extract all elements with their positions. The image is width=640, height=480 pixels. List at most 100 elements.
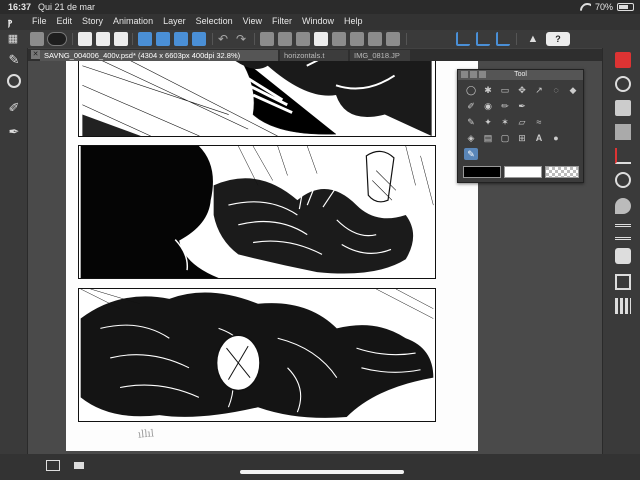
selection-pen-tool-icon[interactable]: ↗	[532, 84, 546, 96]
balloon-tool-icon[interactable]: ●	[549, 132, 563, 144]
bottom-bar	[0, 454, 640, 480]
home-indicator[interactable]	[240, 470, 404, 474]
graduation-cap-icon[interactable]: ▲	[526, 32, 540, 46]
pen-tool-icon[interactable]: ✎	[6, 52, 22, 68]
palette-close-icon[interactable]	[470, 71, 477, 78]
color-slider-panel-icon[interactable]	[615, 148, 631, 164]
export-3x-icon[interactable]	[192, 32, 206, 46]
export-icon[interactable]	[138, 32, 152, 46]
brush-tool-icon-palette[interactable]: ✎	[464, 116, 478, 128]
menu-filter[interactable]: Filter	[272, 16, 292, 26]
tab-img-0818[interactable]: IMG_0818.JP	[350, 50, 410, 61]
canvas-view-icon[interactable]	[46, 460, 60, 471]
clear-icon[interactable]	[260, 32, 274, 46]
menu-selection[interactable]: Selection	[196, 16, 233, 26]
tab-horizontals[interactable]: horizontals.t	[280, 50, 348, 61]
decoration-tool-icon[interactable]: ✶	[498, 116, 512, 128]
menu-help[interactable]: Help	[344, 16, 363, 26]
move-tool-icon[interactable]: ✥	[515, 84, 529, 96]
pen-subtool-selected-icon[interactable]: ✎	[464, 148, 478, 160]
deselect-icon[interactable]	[314, 32, 328, 46]
eyedropper-tool-icon[interactable]: ✐	[464, 100, 478, 112]
eraser-tool-icon[interactable]: ▱	[515, 116, 529, 128]
text-tool-icon[interactable]: A	[532, 132, 546, 144]
menu-story[interactable]: Story	[82, 16, 103, 26]
comic-page[interactable]: ıllıl	[66, 61, 478, 451]
frame-tool-icon[interactable]: ⊞	[515, 132, 529, 144]
snap-grid-icon[interactable]	[496, 32, 510, 46]
layer-property-panel-icon[interactable]	[615, 248, 631, 264]
color-wheel-panel-icon[interactable]	[615, 52, 631, 68]
zoom-tool-icon[interactable]	[7, 74, 21, 88]
camera-icon[interactable]	[74, 462, 84, 469]
spiral-logo-icon[interactable]	[47, 32, 67, 46]
lasso-tool-icon[interactable]: ◯	[464, 84, 478, 96]
layer-arrows-icon[interactable]	[30, 32, 44, 46]
pencil-tool-icon[interactable]: ✏	[498, 100, 512, 112]
menu-animation[interactable]: Animation	[113, 16, 153, 26]
palette-minimize-icon[interactable]	[479, 71, 486, 78]
clock: 16:37	[8, 2, 32, 12]
export-alt-icon[interactable]	[156, 32, 170, 46]
rectangle-select-tool-icon[interactable]: ▭	[498, 84, 512, 96]
comic-panel-1	[78, 61, 436, 137]
layout-grid-icon[interactable]: ▦	[6, 32, 20, 46]
figure-tool-icon[interactable]: ▢	[498, 132, 512, 144]
fill-tool-icon[interactable]: ◈	[464, 132, 478, 144]
help-icon[interactable]: ?	[546, 32, 570, 46]
menubar: ⲣ File Edit Story Animation Layer Selection Vi…	[0, 14, 640, 30]
date: Qui 21 de mar	[38, 2, 96, 12]
menu-edit[interactable]: Edit	[57, 16, 73, 26]
snap-ruler-icon[interactable]	[456, 32, 470, 46]
comic-panel-2	[78, 145, 436, 279]
app-logo-icon[interactable]: ⲣ	[8, 16, 22, 28]
timeline-panel-icon[interactable]	[615, 298, 631, 314]
document-tabs: ✕ SAVNG_004006_400v.psd* (4304 x 6603px …	[28, 49, 602, 61]
new-file-icon[interactable]	[78, 32, 92, 46]
save-icon[interactable]	[114, 32, 128, 46]
pen-tool-icon-palette[interactable]: ✒	[515, 100, 529, 112]
magic-wand-tool-icon[interactable]: ✱	[481, 84, 495, 96]
menu-layer[interactable]: Layer	[163, 16, 186, 26]
blend-tool-icon[interactable]: ≈	[532, 116, 546, 128]
wifi-icon	[580, 3, 591, 11]
menu-file[interactable]: File	[32, 16, 47, 26]
transparent-color-swatch[interactable]	[545, 166, 579, 178]
color-circle-panel-icon[interactable]	[615, 76, 631, 92]
eyedropper-icon[interactable]: ✐	[6, 100, 22, 116]
status-indicators: 70%	[580, 2, 634, 12]
battery-icon	[617, 3, 634, 11]
sub-tool-panel-icon[interactable]	[615, 172, 631, 188]
brush-size-panel-icon[interactable]	[615, 198, 631, 214]
snap-special-ruler-icon[interactable]	[476, 32, 490, 46]
crop-icon[interactable]	[350, 32, 364, 46]
close-tab-icon[interactable]: ✕	[31, 50, 40, 59]
invert-selection-icon[interactable]	[332, 32, 346, 46]
intermediate-color-panel-icon[interactable]	[615, 124, 631, 140]
export-2x-icon[interactable]	[174, 32, 188, 46]
menu-window[interactable]: Window	[302, 16, 334, 26]
navigator-panel-icon[interactable]	[615, 274, 631, 290]
open-folder-icon[interactable]	[96, 32, 110, 46]
main-color-swatch[interactable]	[463, 166, 501, 178]
airbrush-tool-icon[interactable]: ✦	[481, 116, 495, 128]
transform-icon[interactable]	[296, 32, 310, 46]
sub-color-swatch[interactable]	[504, 166, 542, 178]
command-bar-right	[602, 30, 640, 48]
auto-select-tool-icon[interactable]: ◌	[549, 84, 563, 96]
color-set-panel-icon[interactable]	[615, 100, 631, 116]
selection-mode-icon[interactable]	[368, 32, 382, 46]
menu-view[interactable]: View	[243, 16, 262, 26]
layer-panel-icon[interactable]	[615, 224, 631, 240]
selection-settings-icon[interactable]	[386, 32, 400, 46]
object-tool-icon[interactable]: ◆	[566, 84, 580, 96]
undo-icon[interactable]: ↶	[218, 32, 232, 46]
palette-menu-icon[interactable]	[461, 71, 468, 78]
gradient-tool-icon[interactable]: ▤	[481, 132, 495, 144]
tab-savng[interactable]: SAVNG_004006_400v.psd* (4304 x 6603px 40…	[40, 50, 278, 61]
fill-icon[interactable]	[278, 32, 292, 46]
tool-palette: Tool ◯ ✱ ▭ ✥ ↗ ◌ ◆ ✐ ◉ ✏ ✒ ✎ ✦ ✶ ▱ ≈ ◈ ▤…	[457, 69, 584, 183]
zoom-tool-icon-palette[interactable]: ◉	[481, 100, 495, 112]
redo-icon[interactable]: ↷	[236, 32, 250, 46]
brush-tool-icon[interactable]: ✒	[6, 124, 22, 140]
